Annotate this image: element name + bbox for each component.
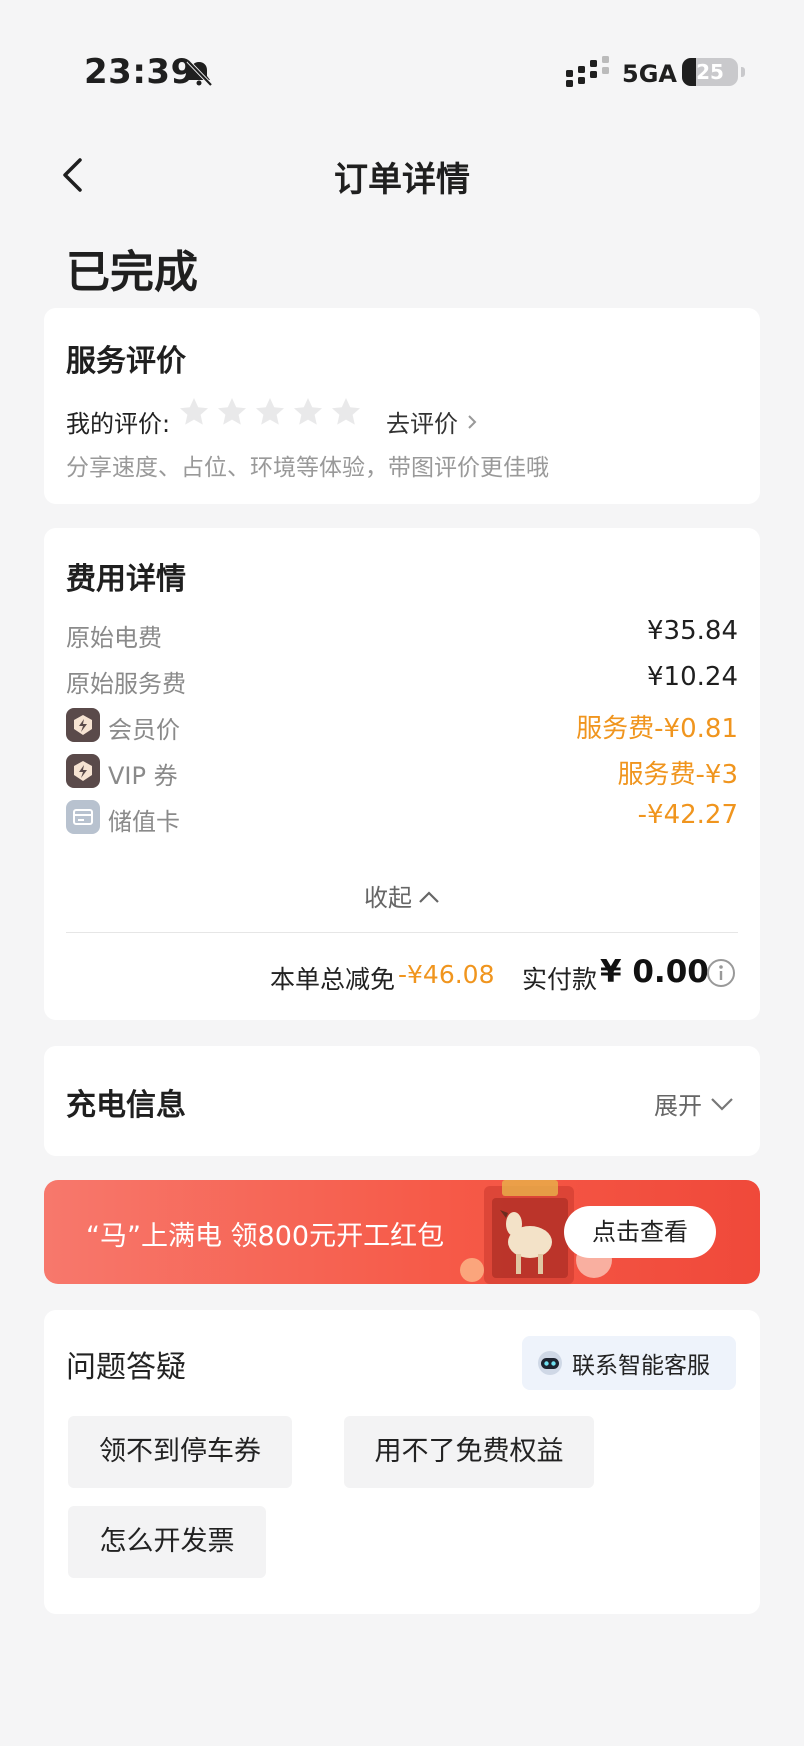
status-time: 23:39	[84, 52, 195, 92]
total-discount-value: -¥46.08	[398, 960, 495, 989]
review-card: 服务评价 我的评价: 去评价 分享速度、占位、环境等体验，带图评价更佳哦	[44, 308, 760, 504]
total-discount-label: 本单总减免	[270, 965, 396, 994]
fee-row: 原始电费 ¥35.84	[66, 614, 738, 654]
fee-row: 会员价 服务费-¥0.81	[66, 706, 738, 746]
page-title: 订单详情	[334, 160, 470, 200]
fee-label: VIP 券	[108, 762, 178, 790]
collapse-button[interactable]: 收起	[44, 878, 760, 913]
battery-icon: 25	[682, 58, 738, 86]
star-icon[interactable]	[292, 396, 324, 428]
faq-chip-benefits[interactable]: 用不了免费权益	[344, 1416, 594, 1488]
fee-value: ¥35.84	[647, 616, 738, 646]
fee-label: 原始服务费	[66, 670, 186, 698]
collapse-label: 收起	[364, 884, 412, 912]
expand-label: 展开	[654, 1092, 702, 1120]
fee-row: 原始服务费 ¥10.24	[66, 660, 738, 700]
fee-label: 会员价	[108, 716, 180, 744]
divider	[66, 932, 738, 933]
signal-icon	[566, 56, 609, 87]
faq-card: 问题答疑 联系智能客服 领不到停车券 用不了免费权益 怎么开发票	[44, 1310, 760, 1614]
robot-icon	[538, 1351, 562, 1375]
fee-value: ¥10.24	[647, 662, 738, 692]
battery-level-text: 25	[696, 60, 724, 84]
fee-row: 储值卡 -¥42.27	[66, 798, 738, 838]
paid-label: 实付款	[522, 965, 598, 994]
faq-chip-invoice[interactable]: 怎么开发票	[68, 1506, 266, 1578]
fee-value: 服务费-¥0.81	[576, 714, 738, 744]
info-icon[interactable]	[706, 958, 736, 988]
banner-text: “马”上满电 领800元开工红包	[86, 1221, 445, 1252]
fee-row: VIP 券 服务费-¥3	[66, 752, 738, 792]
battery-tip	[741, 67, 745, 77]
charging-info-card[interactable]: 充电信息 展开	[44, 1046, 760, 1156]
contact-service-label: 联系智能客服	[572, 1353, 710, 1379]
review-title: 服务评价	[66, 344, 186, 379]
banner-view-button[interactable]: 点击查看	[564, 1206, 716, 1258]
vip-lightning-icon	[66, 754, 100, 788]
fee-label: 原始电费	[66, 624, 162, 652]
paid-amount: ¥ 0.00	[600, 954, 709, 990]
star-icon[interactable]	[254, 396, 286, 428]
fee-value: 服务费-¥3	[617, 760, 738, 790]
faq-title: 问题答疑	[66, 1350, 186, 1385]
network-label: 5GA	[622, 60, 677, 88]
chevron-right-icon	[468, 414, 477, 429]
charging-info-title: 充电信息	[66, 1088, 186, 1123]
nav-bar: 订单详情	[0, 140, 804, 210]
bell-off-icon	[186, 59, 213, 87]
status-bar: 23:39 5GA 25	[0, 0, 804, 110]
go-review-label: 去评价	[386, 410, 458, 438]
fee-value: -¥42.27	[637, 800, 738, 830]
my-rating-label: 我的评价:	[66, 410, 171, 438]
fee-title: 费用详情	[66, 562, 186, 597]
contact-service-button[interactable]: 联系智能客服	[522, 1336, 736, 1390]
fee-card: 费用详情 原始电费 ¥35.84 原始服务费 ¥10.24 会员价 服务费-¥0.81 VI…	[44, 528, 760, 1020]
vip-lightning-icon	[66, 708, 100, 742]
promo-banner[interactable]: “马”上满电 领800元开工红包 点击查看	[44, 1180, 760, 1284]
chevron-down-icon	[711, 1097, 733, 1111]
go-review-link[interactable]: 去评价	[386, 404, 478, 439]
order-status: 已完成	[66, 247, 198, 298]
star-icon[interactable]	[178, 396, 210, 428]
expand-button[interactable]: 展开	[654, 1086, 734, 1121]
fee-label: 储值卡	[108, 808, 180, 836]
card-icon	[66, 800, 100, 834]
rating-stars[interactable]	[178, 396, 362, 428]
faq-chip-parking[interactable]: 领不到停车券	[68, 1416, 292, 1488]
star-icon[interactable]	[216, 396, 248, 428]
star-icon[interactable]	[330, 396, 362, 428]
chevron-up-icon	[419, 891, 439, 903]
review-hint: 分享速度、占位、环境等体验，带图评价更佳哦	[66, 455, 549, 481]
